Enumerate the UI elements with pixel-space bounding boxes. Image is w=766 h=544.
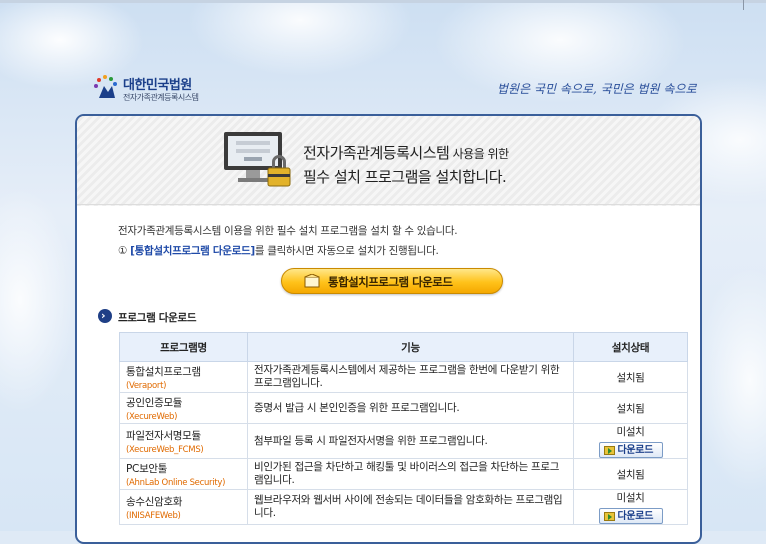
slogan: 법원은 국민 속으로, 국민은 법원 속으로 — [497, 82, 697, 96]
program-name-cell: 송수신암호화 (INISAFEWeb) — [119, 489, 248, 525]
court-logo[interactable]: 대한민국법원 전자가족관계등록시스템 — [91, 70, 231, 110]
table-row: 파일전자서명모듈 (XecureWeb_FCMS) 첨부파일 등록 시 파일전자서… — [119, 423, 688, 459]
monitor-lock-icon — [224, 132, 291, 187]
download-icon — [603, 512, 615, 521]
download-button[interactable]: 다운로드 — [598, 508, 663, 524]
program-name: 송수신암호화 — [126, 495, 183, 508]
status-cell: 설치됨 — [573, 392, 688, 424]
top-border-tick — [743, 0, 744, 10]
program-name: PC보안툴 — [126, 462, 168, 475]
program-vendor: (Veraport) — [126, 380, 167, 391]
table-header-row: 프로그램명 기능 설치상태 — [119, 332, 688, 362]
program-vendor: (AhnLab Online Security) — [126, 477, 226, 488]
integrated-download-button[interactable]: 통합설치프로그램 다운로드 — [281, 268, 503, 294]
hero-title: 전자가족관계등록시스템 사용을 위한 — [303, 142, 509, 163]
program-name: 파일전자서명모듈 — [126, 429, 201, 442]
logo-title: 대한민국법원 — [123, 78, 192, 93]
program-vendor: (XecureWeb_FCMS) — [126, 444, 204, 455]
program-name-cell: PC보안툴 (AhnLab Online Security) — [119, 458, 248, 490]
column-header-function: 기능 — [247, 332, 574, 362]
program-name: 공인인증모듈 — [126, 396, 183, 409]
program-name-cell: 공인인증모듈 (XecureWeb) — [119, 392, 248, 424]
program-table: 프로그램명 기능 설치상태 통합설치프로그램 (Veraport) 전자가족관계등… — [119, 332, 688, 525]
column-header-name: 프로그램명 — [119, 332, 248, 362]
integrated-download-label: 통합설치프로그램 다운로드 — [328, 275, 453, 289]
program-desc: 웹브라우저와 웹서버 사이에 전송되는 데이터들을 암호화하는 프로그램입니다. — [254, 494, 563, 519]
install-status: 설치됨 — [616, 371, 645, 384]
logo-subtitle: 전자가족관계등록시스템 — [123, 93, 199, 102]
hero-divider — [77, 204, 700, 205]
install-status: 미설치 — [616, 426, 645, 438]
hero-banner: 전자가족관계등록시스템 사용을 위한 필수 설치 프로그램을 설치합니다. — [77, 116, 700, 206]
program-desc-cell: 웹브라우저와 웹서버 사이에 전송되는 데이터들을 암호화하는 프로그램입니다. — [247, 489, 574, 525]
program-desc: 첨부파일 등록 시 파일전자서명을 위한 프로그램입니다. — [254, 434, 488, 447]
top-border — [0, 0, 766, 3]
program-desc: 증명서 발급 시 본인인증을 위한 프로그램입니다. — [254, 401, 460, 414]
hero-subtitle: 필수 설치 프로그램을 설치합니다. — [303, 168, 507, 186]
status-cell: 미설치다운로드 — [573, 423, 688, 459]
program-desc-cell: 증명서 발급 시 본인인증을 위한 프로그램입니다. — [247, 392, 574, 424]
court-emblem-icon — [94, 75, 117, 98]
program-vendor: (XecureWeb) — [126, 411, 178, 422]
program-desc: 비인가된 접근을 차단하고 해킹툴 및 바이러스의 접근을 차단하는 프로그램입… — [254, 461, 560, 486]
instruction-suffix: 를 클릭하시면 자동으로 설치가 진행됩니다. — [254, 245, 439, 257]
program-desc-cell: 비인가된 접근을 차단하고 해킹툴 및 바이러스의 접근을 차단하는 프로그램입… — [247, 458, 574, 490]
install-panel: 전자가족관계등록시스템 사용을 위한 필수 설치 프로그램을 설치합니다. 전자… — [75, 114, 702, 544]
download-button[interactable]: 다운로드 — [598, 442, 663, 458]
table-row: 송수신암호화 (INISAFEWeb) 웹브라우저와 웹서버 사이에 전송되는 데… — [119, 489, 688, 525]
program-name: 통합설치프로그램 — [126, 365, 201, 378]
install-status: 설치됨 — [616, 468, 645, 481]
program-desc: 전자가족관계등록시스템에서 제공하는 프로그램을 한번에 다운받기 위한 프로그… — [254, 364, 560, 389]
program-name-cell: 파일전자서명모듈 (XecureWeb_FCMS) — [119, 423, 248, 459]
instruction-bullet: ① — [118, 245, 131, 257]
section-title: 프로그램 다운로드 — [118, 312, 197, 324]
download-label: 다운로드 — [617, 445, 654, 456]
intro-instruction: ① [통합설치프로그램 다운로드]를 클릭하시면 자동으로 설치가 진행됩니다. — [118, 243, 439, 258]
hero-title-suffix: 사용을 위한 — [449, 147, 510, 161]
package-icon — [304, 274, 320, 288]
program-name-cell: 통합설치프로그램 (Veraport) — [119, 361, 248, 393]
column-header-status: 설치상태 — [573, 332, 688, 362]
download-label: 다운로드 — [617, 511, 654, 522]
status-cell: 설치됨 — [573, 458, 688, 490]
install-status: 설치됨 — [616, 402, 645, 415]
intro-text: 전자가족관계등록시스템 이용을 위한 필수 설치 프로그램을 설치 할 수 있습… — [118, 225, 458, 237]
status-cell: 미설치다운로드 — [573, 489, 688, 525]
status-cell: 설치됨 — [573, 361, 688, 393]
program-desc-cell: 전자가족관계등록시스템에서 제공하는 프로그램을 한번에 다운받기 위한 프로그… — [247, 361, 574, 393]
download-icon — [603, 446, 615, 455]
table-row: PC보안툴 (AhnLab Online Security) 비인가된 접근을 차… — [119, 458, 688, 490]
chevron-right-icon: › — [98, 309, 112, 323]
table-row: 공인인증모듈 (XecureWeb) 증명서 발급 시 본인인증을 위한 프로그램… — [119, 392, 688, 424]
integrated-download-link[interactable]: [통합설치프로그램 다운로드] — [130, 245, 255, 257]
program-vendor: (INISAFEWeb) — [126, 510, 181, 521]
hero-title-main: 전자가족관계등록시스템 — [303, 144, 450, 162]
install-status: 미설치 — [616, 492, 645, 504]
program-desc-cell: 첨부파일 등록 시 파일전자서명을 위한 프로그램입니다. — [247, 423, 574, 459]
table-row: 통합설치프로그램 (Veraport) 전자가족관계등록시스템에서 제공하는 프로… — [119, 361, 688, 393]
